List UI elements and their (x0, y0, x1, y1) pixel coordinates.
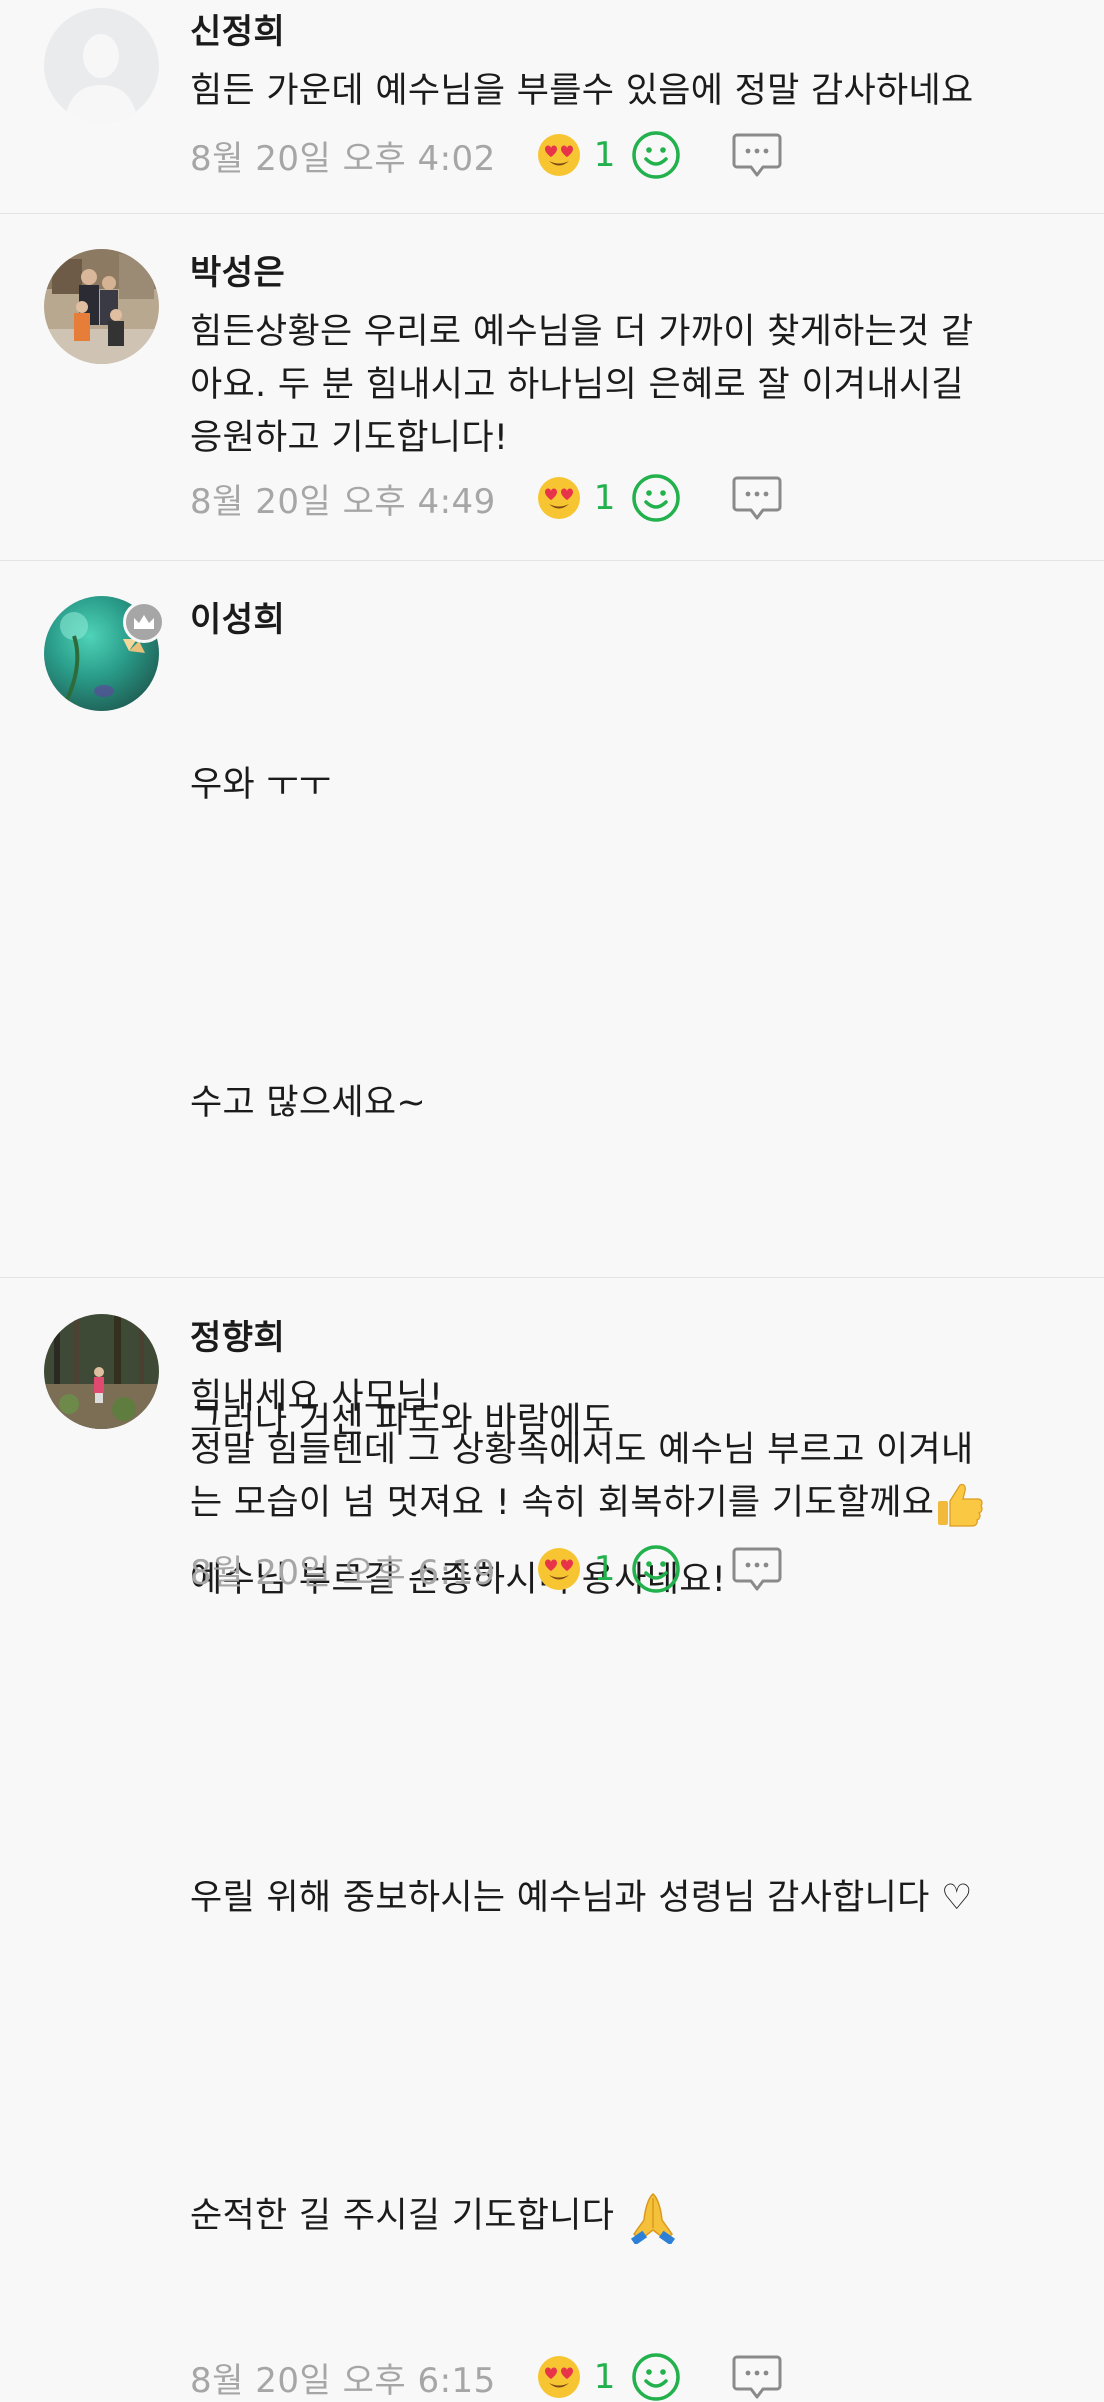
comment-author[interactable]: 정향희 (190, 1314, 1064, 1362)
comment-line: 우릴 위해 중보하시는 예수님과 성령님 감사합니다 ♡ (190, 1878, 973, 1918)
comment-meta: 8월 20일 오후 4:49 1 (190, 473, 1064, 523)
reaction-count: 1 (593, 2357, 616, 2397)
comment-item: 박성은 힘든상황은 우리로 예수님을 더 가까이 찾게하는것 같 아요. 두 분… (0, 214, 1104, 561)
reply-bubble-icon[interactable] (731, 2353, 783, 2401)
thumbs-up-icon (938, 1483, 983, 1527)
comment-item: 이성희 우와 ㅜㅜ 수고 많으세요~ 그러나 거센 파도와 바람에도 예수님 부… (0, 561, 1104, 1278)
reaction-summary[interactable]: 1 (536, 132, 616, 178)
heart-eyes-emoji-icon (536, 1546, 582, 1592)
heart-eyes-emoji-icon (536, 132, 582, 178)
smile-icon[interactable] (631, 2352, 681, 2402)
comment-author[interactable]: 박성은 (190, 249, 1064, 297)
comment-timestamp: 8월 20일 오후 4:49 (190, 481, 496, 522)
comment-line (190, 1713, 1064, 1766)
comment-item: 정향희 힘내세요 사모님! 정말 힘들텐데 그 상황속에서도 예수님 부르고 이… (0, 1278, 1104, 1599)
heart-eyes-emoji-icon (536, 475, 582, 521)
comment-meta: 8월 20일 오후 4:02 1 (190, 130, 1064, 180)
comment-author[interactable]: 신정희 (190, 8, 1064, 56)
reaction-count: 1 (593, 135, 616, 175)
grade-badge (123, 601, 165, 643)
praying-hands-icon (630, 2193, 675, 2244)
reaction-summary[interactable]: 1 (536, 475, 616, 521)
reaction-count: 1 (593, 1549, 616, 1589)
family-photo-image (44, 249, 159, 364)
comment-line-text: 순적한 길 주시길 기도합니다 (190, 2196, 615, 2236)
avatar[interactable] (44, 8, 159, 123)
reply-bubble-icon[interactable] (731, 1545, 783, 1593)
comment-line (190, 2031, 1064, 2084)
comment-text-content: 힘내세요 사모님! 정말 힘들텐데 그 상황속에서도 예수님 부르고 이겨내 는… (190, 1377, 974, 1523)
comment-meta: 8월 20일 오후 6:19 1 (190, 1544, 1064, 1594)
comment-line: 수고 많으세요~ (190, 1083, 427, 1123)
comment-timestamp: 8월 20일 오후 4:02 (190, 138, 496, 179)
smile-icon[interactable] (631, 130, 681, 180)
comment-text: 힘든 가운데 예수님을 부를수 있음에 정말 감사하네요 (190, 71, 974, 111)
avatar[interactable] (44, 1314, 159, 1429)
comment-text: 힘든상황은 우리로 예수님을 더 가까이 찾게하는것 같 아요. 두 분 힘내시… (190, 312, 974, 458)
comment-timestamp: 8월 20일 오후 6:15 (190, 2360, 496, 2401)
comment-timestamp: 8월 20일 오후 6:19 (190, 1552, 496, 1593)
comment-item: 신정희 힘든 가운데 예수님을 부를수 있음에 정말 감사하네요 8월 20일 … (0, 0, 1104, 214)
avatar[interactable] (44, 249, 159, 364)
crown-icon (134, 615, 154, 629)
heart-eyes-emoji-icon (536, 2354, 582, 2400)
reply-bubble-icon[interactable] (731, 474, 783, 522)
comment-line: 순적한 길 주시길 기도합니다 (190, 2190, 1064, 2244)
forest-photo-image (44, 1314, 159, 1429)
smile-icon[interactable] (631, 473, 681, 523)
comment-author[interactable]: 이성희 (190, 596, 1064, 644)
reaction-summary[interactable]: 1 (536, 2354, 616, 2400)
reply-bubble-icon[interactable] (731, 131, 783, 179)
comment-meta: 8월 20일 오후 6:15 1 (190, 2352, 1064, 2402)
reaction-summary[interactable]: 1 (536, 1546, 616, 1592)
comment-line: 우와 ㅜㅜ (190, 765, 332, 805)
smile-icon[interactable] (631, 1544, 681, 1594)
default-user-icon (44, 8, 159, 123)
comment-line (190, 918, 1064, 971)
reaction-count: 1 (593, 478, 616, 518)
comment-text: 힘내세요 사모님! 정말 힘들텐데 그 상황속에서도 예수님 부르고 이겨내 는… (190, 1371, 1064, 1530)
